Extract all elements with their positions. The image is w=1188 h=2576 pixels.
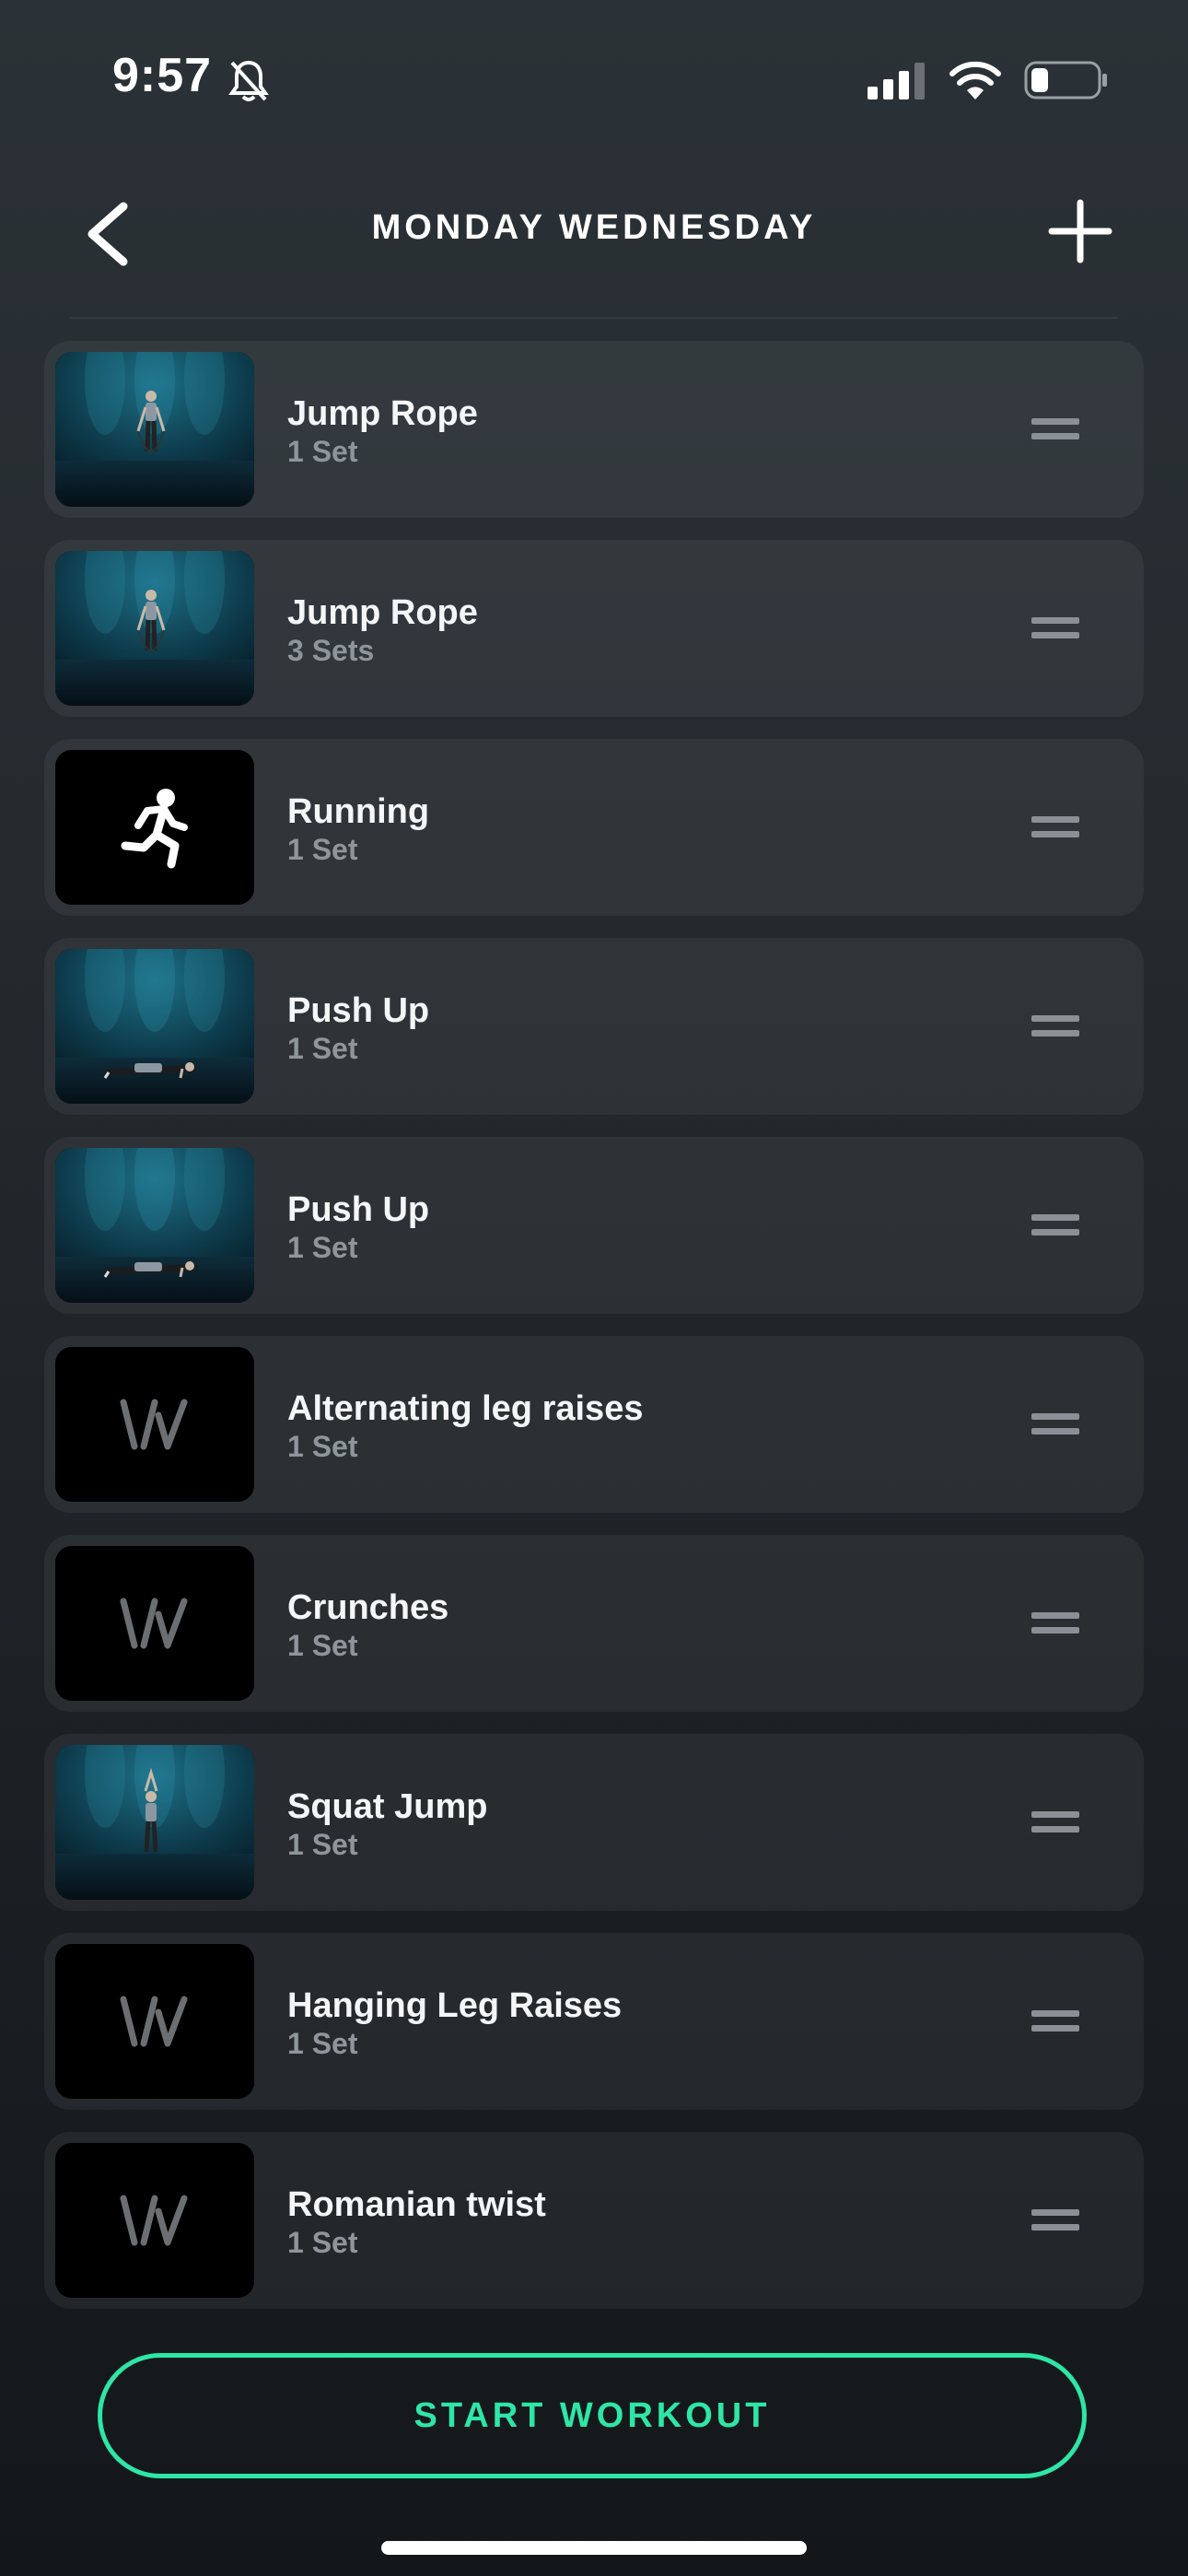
plus-icon[interactable] xyxy=(1048,199,1112,263)
exercise-name: Romanian twist xyxy=(287,2185,546,2224)
drag-handle-icon[interactable] xyxy=(1031,1609,1079,1638)
app-logo-icon xyxy=(55,1347,254,1502)
exercise-sets: 1 Set xyxy=(287,1430,358,1463)
exercise-name: Alternating leg raises xyxy=(287,1389,644,1428)
exercise-row[interactable]: Romanian twist 1 Set xyxy=(44,2132,1144,2309)
exercise-row[interactable]: Jump Rope 1 Set xyxy=(44,341,1144,518)
exercise-thumbnail xyxy=(55,1148,254,1303)
drag-handle-icon[interactable] xyxy=(1031,2007,1079,2036)
navigation-header: MONDAY WEDNESDAY xyxy=(0,175,1188,286)
exercise-sets: 1 Set xyxy=(287,435,358,468)
exercise-row[interactable]: Crunches 1 Set xyxy=(44,1535,1144,1712)
exercise-sets: 1 Set xyxy=(287,2226,358,2259)
drag-handle-icon[interactable] xyxy=(1031,614,1079,643)
exercise-sets: 1 Set xyxy=(287,1828,358,1861)
exercise-sets: 1 Set xyxy=(287,1231,358,1264)
exercise-thumbnail xyxy=(55,551,254,706)
exercise-name: Push Up xyxy=(287,1190,430,1229)
exercise-sets: 1 Set xyxy=(287,1629,358,1662)
exercise-row[interactable]: Squat Jump 1 Set xyxy=(44,1734,1144,1911)
status-bar: 9:57 xyxy=(0,0,1188,157)
header-divider xyxy=(70,317,1118,319)
drag-handle-icon[interactable] xyxy=(1031,415,1079,444)
exercise-name: Push Up xyxy=(287,991,430,1030)
exercise-sets: 3 Sets xyxy=(287,634,375,667)
exercise-thumbnail xyxy=(55,352,254,507)
exercise-list: Jump Rope 1 Set Jump Rope 3 Sets Running 1 Se… xyxy=(44,341,1144,2331)
exercise-name: Crunches xyxy=(287,1588,449,1627)
exercise-name: Running xyxy=(287,792,430,831)
exercise-sets: 1 Set xyxy=(287,833,358,866)
drag-handle-icon[interactable] xyxy=(1031,2206,1079,2235)
wifi-icon xyxy=(949,61,1001,100)
exercise-row[interactable]: Running 1 Set xyxy=(44,739,1144,916)
exercise-row[interactable]: Push Up 1 Set xyxy=(44,1137,1144,1314)
drag-handle-icon[interactable] xyxy=(1031,813,1079,842)
exercise-row[interactable]: Jump Rope 3 Sets xyxy=(44,540,1144,717)
exercise-name: Jump Rope xyxy=(287,394,478,433)
exercise-name: Hanging Leg Raises xyxy=(287,1986,623,2025)
drag-handle-icon[interactable] xyxy=(1031,1410,1079,1439)
exercise-thumbnail xyxy=(55,949,254,1104)
cellular-signal-icon xyxy=(868,63,925,100)
exercise-thumbnail xyxy=(55,1745,254,1900)
exercise-row[interactable]: Push Up 1 Set xyxy=(44,938,1144,1115)
exercise-name: Squat Jump xyxy=(287,1787,488,1826)
drag-handle-icon[interactable] xyxy=(1031,1012,1079,1041)
bell-slash-icon xyxy=(228,60,269,101)
drag-handle-icon[interactable] xyxy=(1031,1211,1079,1240)
home-indicator[interactable] xyxy=(381,2541,807,2555)
exercise-name: Jump Rope xyxy=(287,593,478,632)
app-logo-icon xyxy=(55,2143,254,2298)
exercise-row[interactable]: Alternating leg raises 1 Set xyxy=(44,1336,1144,1513)
app-logo-icon xyxy=(55,1546,254,1701)
exercise-row[interactable]: Hanging Leg Raises 1 Set xyxy=(44,1933,1144,2110)
exercise-sets: 1 Set xyxy=(287,2027,358,2060)
battery-icon xyxy=(1024,61,1107,100)
start-workout-button[interactable]: START WORKOUT xyxy=(98,2353,1087,2478)
running-icon xyxy=(55,750,254,905)
exercise-sets: 1 Set xyxy=(287,1032,358,1065)
page-title: MONDAY WEDNESDAY xyxy=(371,208,817,247)
status-time: 9:57 xyxy=(112,49,213,102)
drag-handle-icon[interactable] xyxy=(1031,1808,1079,1837)
app-logo-icon xyxy=(55,1944,254,2099)
